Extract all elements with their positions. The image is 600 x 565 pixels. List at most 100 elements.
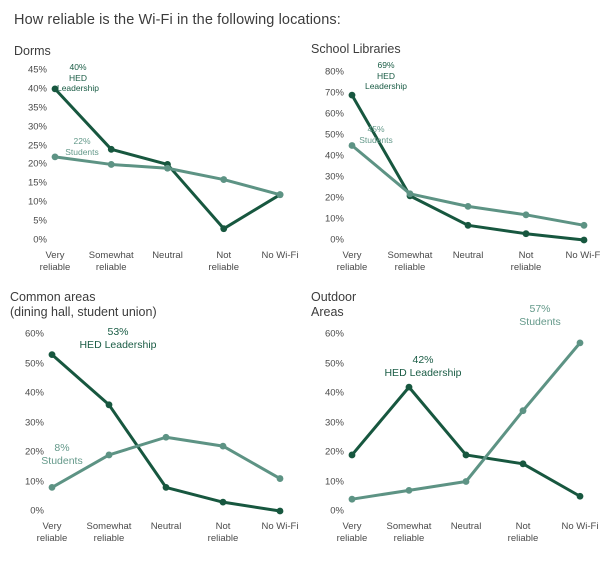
chart-title: School Libraries bbox=[311, 42, 401, 56]
y-axis-tick-label: 30% bbox=[24, 417, 44, 428]
data-point-marker bbox=[519, 407, 527, 415]
series-annotation-hed-leadership: 69% HED Leadership bbox=[364, 60, 408, 91]
series-annotation-hed-leadership: 53% HED Leadership bbox=[79, 326, 157, 351]
data-point-marker bbox=[276, 475, 284, 482]
series-annotation-students: 22% Students bbox=[65, 136, 99, 157]
x-axis-tick-label: Somewhat reliable bbox=[387, 250, 433, 273]
data-point-marker bbox=[51, 153, 59, 161]
x-axis-tick-label: Very reliable bbox=[336, 250, 368, 273]
y-axis-tick-label: 70% bbox=[324, 87, 344, 99]
data-point-marker bbox=[580, 236, 588, 244]
y-axis-tick-label: 30% bbox=[324, 417, 344, 428]
y-axis-tick-label: 40% bbox=[324, 387, 344, 399]
data-point-marker bbox=[348, 495, 356, 503]
y-axis-tick-label: 30% bbox=[324, 171, 344, 183]
chart-title: Dorms bbox=[14, 44, 51, 58]
y-axis-tick-label: 10% bbox=[27, 196, 47, 208]
plot-area bbox=[348, 72, 588, 244]
data-point-marker bbox=[348, 142, 356, 149]
data-point-marker bbox=[462, 451, 470, 459]
data-point-marker bbox=[405, 383, 413, 391]
line-chart-svg bbox=[348, 91, 588, 244]
data-point-marker bbox=[464, 203, 472, 210]
data-point-marker bbox=[162, 484, 170, 491]
data-point-marker bbox=[348, 451, 356, 459]
y-axis-tick-label: 50% bbox=[324, 129, 344, 141]
series-annotation-hed-leadership: 42% HED Leadership bbox=[384, 354, 462, 379]
x-axis-tick-label: Very reliable bbox=[39, 250, 71, 273]
data-point-marker bbox=[576, 492, 584, 500]
y-axis-tick-label: 45% bbox=[27, 64, 47, 76]
x-axis-tick-label: Not reliable bbox=[507, 521, 539, 544]
chart-title: Common areas (dining hall, student union… bbox=[10, 290, 157, 319]
data-point-marker bbox=[105, 451, 113, 459]
data-point-marker bbox=[107, 145, 115, 153]
x-axis-tick-label: Not reliable bbox=[207, 521, 239, 544]
data-point-marker bbox=[522, 230, 530, 238]
x-axis-tick-label: Not reliable bbox=[510, 250, 542, 273]
series-annotation-students: 45% Students bbox=[359, 124, 393, 145]
y-axis-tick-label: 80% bbox=[324, 66, 344, 78]
y-axis-tick-label: 60% bbox=[324, 108, 344, 120]
x-axis-tick-label: Not reliable bbox=[208, 250, 240, 273]
data-point-marker bbox=[348, 91, 356, 99]
x-axis-tick-label: Somewhat reliable bbox=[86, 521, 132, 544]
line-chart-svg bbox=[48, 351, 284, 515]
y-axis-tick-label: 20% bbox=[27, 158, 47, 170]
data-point-marker bbox=[580, 221, 588, 229]
data-point-marker bbox=[406, 190, 414, 198]
series-annotation-hed-leadership: 40% HED Leadership bbox=[56, 62, 100, 93]
y-axis-tick-label: 10% bbox=[324, 213, 344, 225]
data-point-marker bbox=[576, 339, 584, 347]
series-line-hed-leadership bbox=[53, 87, 282, 231]
x-axis-tick-label: Neutral bbox=[152, 250, 183, 261]
data-point-marker bbox=[164, 164, 171, 172]
data-point-marker bbox=[220, 176, 228, 183]
series-annotation-students: 8% Students bbox=[41, 442, 83, 467]
data-point-marker bbox=[48, 351, 56, 359]
data-point-marker bbox=[48, 484, 56, 491]
x-axis-tick-label: Neutral bbox=[150, 521, 182, 532]
y-axis-tick-label: 25% bbox=[27, 140, 47, 152]
y-axis-tick-label: 50% bbox=[24, 358, 44, 369]
x-axis-tick-label: Somewhat reliable bbox=[386, 521, 432, 544]
data-point-marker bbox=[522, 211, 530, 219]
y-axis-tick-label: 60% bbox=[24, 328, 44, 340]
page-title: How reliable is the Wi-Fi in the followi… bbox=[14, 12, 341, 28]
y-axis-tick-label: 5% bbox=[33, 215, 47, 227]
y-axis-tick-label: 15% bbox=[27, 177, 47, 189]
series-annotation-students: 57% Students bbox=[519, 303, 561, 328]
x-axis-tick-label: Neutral bbox=[450, 521, 482, 532]
chart-title: Outdoor Areas bbox=[311, 290, 357, 319]
y-axis-tick-label: 20% bbox=[24, 446, 44, 458]
chart-panel-dorms: Dorms 0% 5% 10% 15% 20% 25% 30% 35% 40% 45% Very re… bbox=[0, 40, 300, 288]
chart-panel-common-areas: Common areas (dining hall, student union… bbox=[0, 288, 300, 565]
data-point-marker bbox=[519, 460, 527, 468]
data-point-marker bbox=[464, 221, 472, 229]
data-point-marker bbox=[220, 225, 228, 233]
data-point-marker bbox=[405, 486, 413, 494]
chart-panel-outdoor-areas: Outdoor Areas 0% 10% 20% 30% 40% 50% 60% Very re… bbox=[300, 288, 600, 565]
x-axis-tick-label: No Wi-Fi bbox=[565, 250, 600, 261]
y-axis-tick-label: 60% bbox=[324, 328, 344, 340]
series-line-students bbox=[50, 435, 282, 489]
y-axis-tick-label: 35% bbox=[27, 102, 47, 114]
data-point-marker bbox=[219, 442, 227, 450]
y-axis-tick-label: 0% bbox=[33, 234, 47, 246]
y-axis-tick-label: 40% bbox=[27, 83, 47, 95]
x-axis-tick-label: Very reliable bbox=[336, 521, 368, 544]
y-axis-tick-label: 20% bbox=[324, 446, 344, 458]
data-point-marker bbox=[105, 401, 113, 409]
y-axis-tick-label: 50% bbox=[324, 358, 344, 369]
y-axis-tick-label: 40% bbox=[324, 150, 344, 162]
data-point-marker bbox=[162, 433, 170, 441]
x-axis-tick-label: Neutral bbox=[452, 250, 484, 261]
chart-panel-school-libraries: School Libraries 0% 10% 20% 30% 40% 50% 60% 70% 8… bbox=[300, 40, 600, 288]
data-point-marker bbox=[276, 507, 284, 515]
x-axis-tick-label: No Wi-Fi bbox=[561, 521, 599, 532]
y-axis-tick-label: 0% bbox=[330, 234, 344, 246]
x-axis-tick-label: Somewhat reliable bbox=[88, 250, 134, 273]
y-axis-tick-label: 0% bbox=[330, 505, 344, 517]
y-axis-tick-label: 20% bbox=[324, 192, 344, 204]
data-point-marker bbox=[462, 478, 470, 485]
